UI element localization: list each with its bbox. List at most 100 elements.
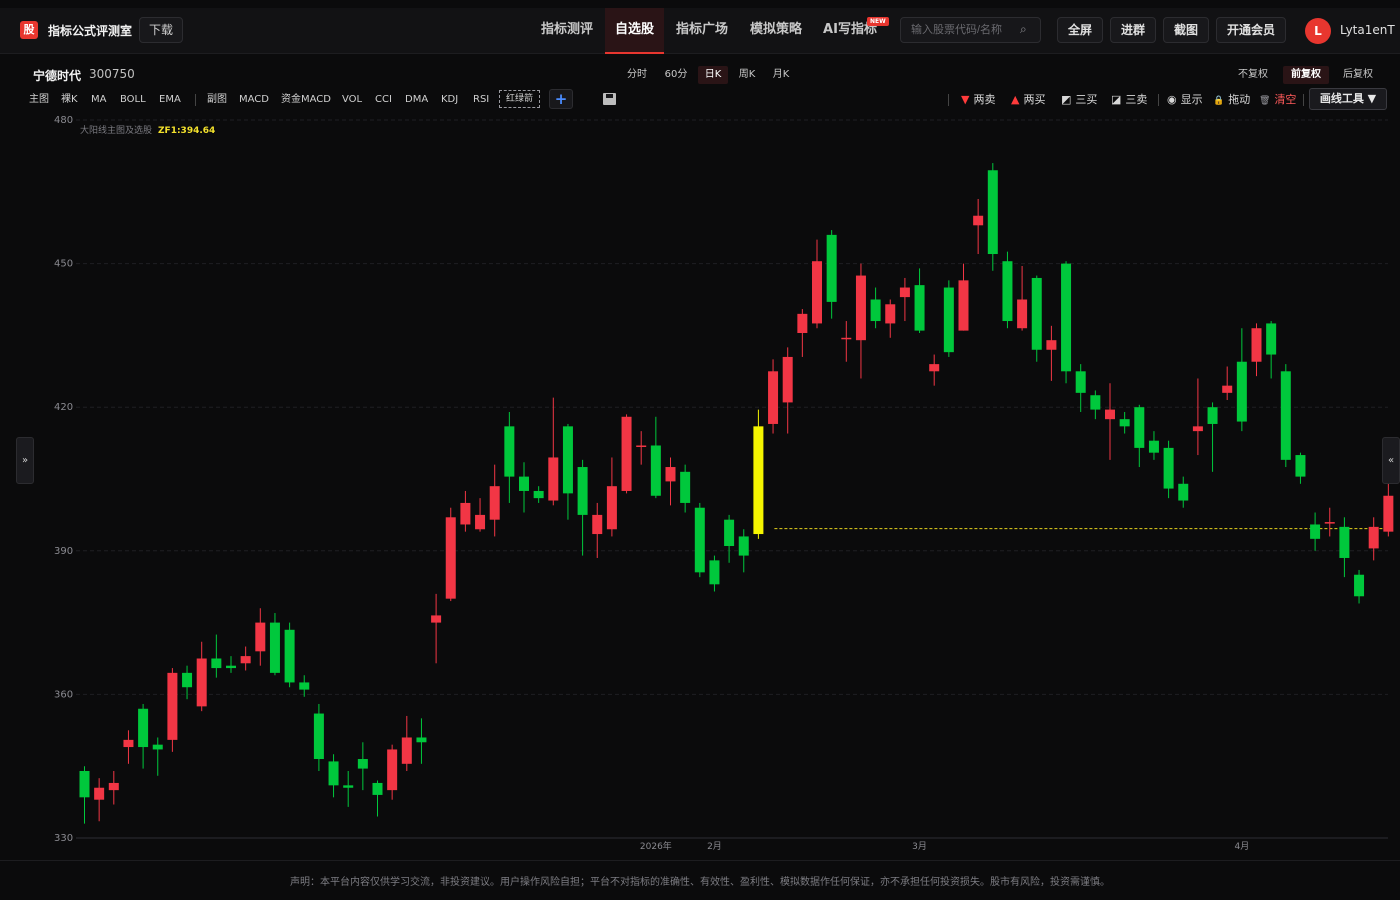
save-icon[interactable]	[603, 93, 616, 105]
download-button[interactable]: 下载	[139, 17, 183, 43]
tool-clear[interactable]: 🗑 清空	[1259, 93, 1296, 108]
period-60min[interactable]: 60分	[660, 66, 692, 84]
candle-body	[1119, 419, 1130, 427]
lock-icon: 🔒	[1213, 96, 1225, 106]
ind-macd[interactable]: MACD	[239, 93, 269, 107]
ind-ema[interactable]: EMA	[159, 93, 181, 107]
candlestick-chart[interactable]: 330 360 390 420 450 480 2026年 2月 3月 4月	[0, 112, 1400, 850]
join-group-button[interactable]: 进群	[1110, 17, 1156, 43]
ind-vol[interactable]: VOL	[342, 93, 362, 107]
collapse-right-panel-icon[interactable]: «	[1382, 437, 1400, 484]
x-tick-label: 3月	[912, 841, 927, 850]
nav-indicator-review[interactable]: 指标测评	[533, 8, 601, 54]
brand-title: 指标公式评测室	[48, 24, 133, 38]
ind-dma[interactable]: DMA	[405, 93, 428, 107]
y-tick-label: 390	[54, 546, 73, 557]
candle-body	[1339, 526, 1350, 558]
top-navbar: 股 指标公式评测室 下载 指标测评 自选股 指标广场 模拟策略 AI写指标 NE…	[0, 8, 1400, 54]
adjust-forward[interactable]: 前复权	[1283, 66, 1329, 84]
eye-icon: ◉	[1167, 93, 1177, 106]
candle-body	[123, 739, 134, 748]
tool-show[interactable]: ◉ 显示	[1167, 93, 1203, 107]
period-intraday[interactable]: 分时	[622, 66, 652, 84]
candle-body	[973, 215, 984, 226]
candle-body	[138, 708, 149, 748]
adjust-none[interactable]: 不复权	[1233, 66, 1273, 84]
candle-body	[914, 285, 925, 331]
vip-button[interactable]: 开通会员	[1216, 17, 1286, 43]
ind-boll[interactable]: BOLL	[120, 93, 146, 107]
ind-fund-macd[interactable]: 资金MACD	[281, 93, 331, 107]
fullscreen-button[interactable]: 全屏	[1057, 17, 1103, 43]
screenshot-button[interactable]: 截图	[1163, 17, 1209, 43]
candle-body	[182, 672, 193, 688]
period-daily[interactable]: 日K	[698, 66, 728, 84]
candle-body	[1090, 395, 1101, 410]
candle-body	[372, 782, 383, 795]
candle-body	[475, 514, 486, 530]
up-triangle-icon: ▲	[1011, 93, 1020, 106]
ind-red-green-arrow[interactable]: 红绿箭	[499, 90, 540, 108]
candle-body	[797, 313, 808, 334]
candle-body	[1207, 407, 1218, 424]
ind-cci[interactable]: CCI	[375, 93, 392, 107]
adjust-backward[interactable]: 后复权	[1338, 66, 1378, 84]
x-tick-label: 2月	[707, 841, 722, 850]
period-monthly[interactable]: 月K	[767, 66, 795, 84]
candle-body	[1105, 409, 1115, 420]
candle-body	[1383, 495, 1394, 532]
nav-indicator-plaza[interactable]: 指标广场	[668, 8, 736, 54]
candle-body	[94, 787, 105, 800]
candle-body	[460, 502, 471, 525]
tool-double-sell[interactable]: ▼ 两卖	[961, 93, 995, 107]
legend-zf-value: ZF1:394.64	[158, 126, 216, 136]
candle-body	[211, 658, 222, 669]
nav-ai-indicator[interactable]: AI写指标	[816, 8, 884, 54]
nav-watchlist[interactable]: 自选股	[605, 8, 664, 54]
candle-body	[1251, 328, 1262, 362]
ind-rsi[interactable]: RSI	[473, 93, 489, 107]
draw-tools-menu[interactable]: 画线工具 ▼	[1309, 88, 1387, 110]
ind-kdj[interactable]: KDJ	[441, 93, 458, 107]
search-icon[interactable]: ⌕	[1020, 22, 1027, 37]
new-badge: NEW	[867, 17, 889, 26]
candle-body	[812, 261, 822, 324]
tool-triple-sell[interactable]: ◪ 三卖	[1111, 93, 1147, 107]
candle-body	[768, 371, 779, 424]
ind-ma[interactable]: MA	[91, 93, 106, 107]
ind-main[interactable]: 主图	[29, 93, 49, 107]
down-triangle-icon: ▼	[961, 93, 970, 106]
add-indicator-button[interactable]: +	[549, 89, 573, 109]
candle-body	[738, 536, 749, 556]
candle-body	[284, 629, 295, 683]
ind-sub[interactable]: 副图	[207, 93, 227, 107]
y-tick-label: 420	[54, 402, 73, 413]
candle-body	[1222, 385, 1233, 393]
legend-name: 大阳线主图及选股	[80, 126, 153, 136]
tool-drag[interactable]: 🔒 拖动	[1213, 93, 1250, 108]
candle-body	[1163, 447, 1174, 489]
avatar[interactable]: L	[1305, 18, 1331, 44]
ind-naked-k[interactable]: 裸K	[61, 93, 78, 107]
period-weekly[interactable]: 周K	[733, 66, 761, 84]
tool-double-buy[interactable]: ▲ 两买	[1011, 93, 1045, 107]
expand-left-panel-icon[interactable]: »	[16, 437, 34, 484]
candle-body	[724, 519, 735, 547]
x-tick-label: 2026年	[640, 840, 672, 850]
candle-body	[870, 299, 881, 322]
tool-label: 两买	[1023, 93, 1046, 106]
candle-body	[313, 713, 324, 760]
candle-body	[680, 471, 691, 503]
candle-body	[1134, 407, 1145, 448]
y-tick-label: 480	[54, 115, 73, 126]
tool-triple-buy[interactable]: ◩ 三买	[1061, 93, 1097, 107]
candle-body	[401, 737, 412, 764]
candle-body	[636, 445, 647, 447]
username[interactable]: Lyta1enT	[1340, 23, 1395, 37]
candle-body	[445, 517, 456, 599]
chart-up-icon: ◩	[1061, 93, 1072, 106]
tool-label: 两卖	[973, 93, 996, 106]
candle-body	[606, 486, 617, 530]
nav-sim-strategy[interactable]: 模拟策略	[742, 8, 810, 54]
candle-body	[1192, 426, 1203, 432]
